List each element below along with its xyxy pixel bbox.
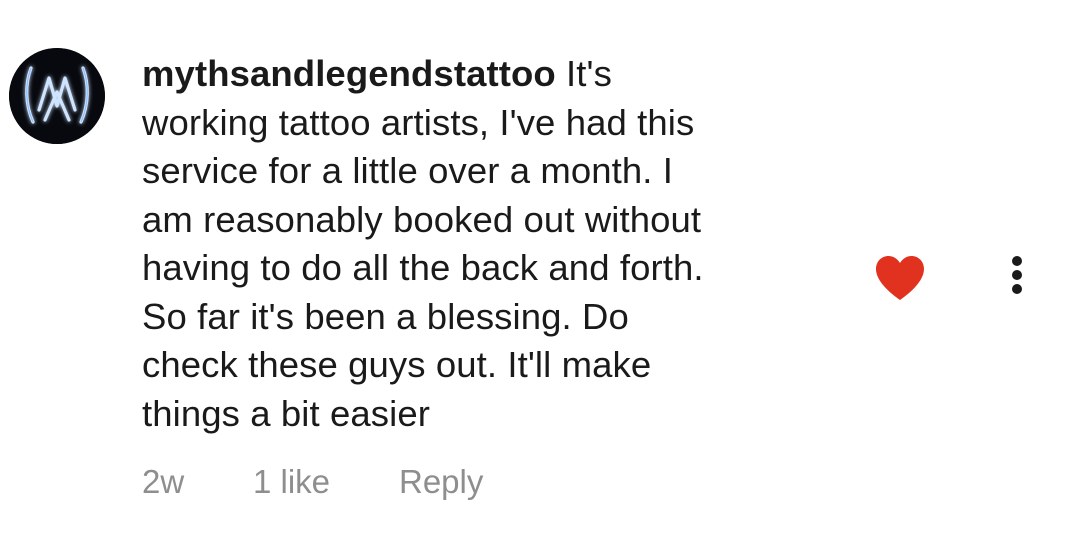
comment-line: So far it's been a blessing. Do: [142, 295, 629, 337]
heart-filled-icon: [876, 256, 924, 300]
comment-line-text: It's: [566, 53, 612, 94]
vertical-ellipsis-icon: [1012, 270, 1022, 280]
like-button[interactable]: [874, 254, 926, 302]
vertical-ellipsis-icon: [1012, 256, 1022, 266]
vertical-ellipsis-icon: [1012, 284, 1022, 294]
comment-line: having to do all the back and forth.: [142, 247, 704, 288]
username-link[interactable]: mythsandlegendstattoo: [142, 53, 556, 94]
likes-count[interactable]: 1 like: [253, 460, 330, 504]
comment-line: mythsandlegendstattoo It's: [142, 50, 832, 99]
more-options-button[interactable]: [1006, 254, 1028, 298]
avatar[interactable]: [9, 48, 105, 144]
mythsandlegends-logo: [9, 48, 105, 144]
comment-text: mythsandlegendstattoo It's working tatto…: [142, 50, 832, 438]
comment-line: check these guys out. It'll make: [142, 344, 652, 385]
comment-line: things a bit easier: [142, 392, 430, 434]
comment-line: service for a little over a month. I: [142, 150, 674, 191]
comment-line: am reasonably booked out without: [142, 198, 702, 240]
comment-item: mythsandlegendstattoo It's working tatto…: [0, 0, 1078, 535]
reply-button[interactable]: Reply: [399, 460, 483, 504]
timestamp: 2w: [142, 463, 185, 500]
comment-line: working tattoo artists, I've had this: [142, 101, 695, 143]
